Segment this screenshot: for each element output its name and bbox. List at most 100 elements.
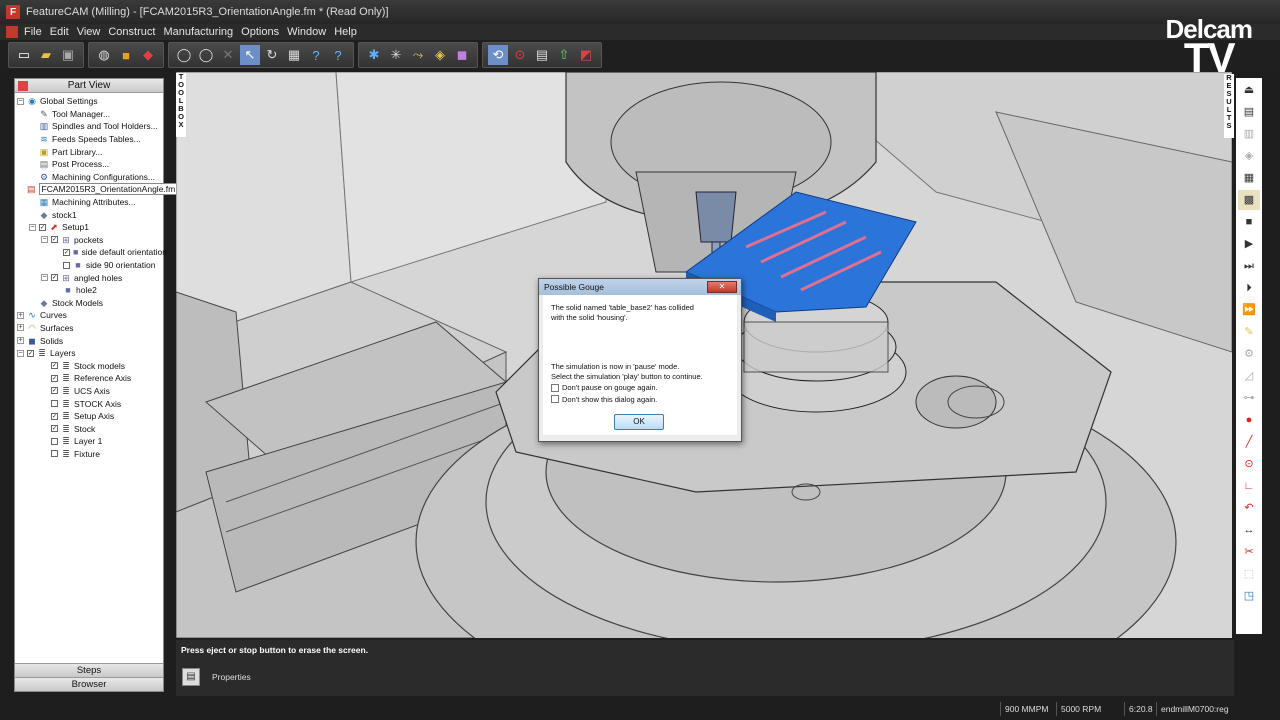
tree-item[interactable]: ≣ Layer 1 [17, 435, 163, 448]
rotate-icon[interactable]: ↻ [262, 45, 282, 65]
tree-item[interactable]: ▤FCAM2015R3_OrientationAngle.fm▼ [17, 183, 187, 196]
dimension-icon[interactable]: ↔ [1238, 520, 1260, 540]
tree-item[interactable]: ▣ Part Library... [17, 145, 163, 158]
blank-icon[interactable]: ⬚ [1238, 564, 1260, 584]
visibility-checkbox[interactable]: ✓ [63, 248, 70, 256]
checkbox-icon[interactable] [551, 383, 559, 392]
dont-pause-checkbox[interactable]: Don't pause on gouge again. [551, 383, 729, 393]
undo-icon[interactable]: ◯ [174, 45, 194, 65]
visibility-checkbox[interactable]: ✓ [51, 274, 58, 282]
gear-icon[interactable]: ⚙ [1238, 344, 1260, 364]
snap-icon[interactable]: ✱ [364, 45, 384, 65]
globe-view-icon[interactable]: ◍ [94, 45, 114, 65]
delete-icon[interactable]: ✕ [218, 45, 238, 65]
measure-icon[interactable]: ◿ [1238, 366, 1260, 386]
pencil-icon[interactable]: ✎ [1238, 322, 1260, 342]
help-wizard-icon[interactable]: ? [306, 45, 326, 65]
expand-icon[interactable]: + [17, 337, 24, 345]
visibility-checkbox[interactable]: ✓ [51, 425, 58, 433]
export-icon[interactable]: ⇧ [554, 45, 574, 65]
visibility-checkbox[interactable]: ✓ [51, 362, 58, 370]
dont-show-checkbox[interactable]: Don't show this dialog again. [551, 395, 729, 405]
properties-icon[interactable]: ▤ [182, 668, 200, 686]
tree-item[interactable]: ■ side 90 orientation [17, 259, 163, 272]
arc-icon[interactable]: ↶ [1238, 498, 1260, 518]
collapse-icon[interactable]: − [29, 223, 36, 231]
collapse-icon[interactable]: − [41, 236, 48, 244]
tree-item[interactable]: − ✓ ⊞ pockets [17, 234, 163, 247]
collapse-icon[interactable]: − [41, 274, 48, 282]
snap-grid-icon[interactable]: ◳ [1238, 586, 1260, 606]
visibility-checkbox[interactable]: ✓ [51, 412, 58, 420]
step-icon[interactable]: ▤ [1238, 102, 1260, 122]
eject-icon[interactable]: ⏏ [1238, 80, 1260, 100]
tree-item[interactable]: ✓ ≣ Stock [17, 422, 163, 435]
tree-item[interactable]: + ◼ Solids [17, 334, 163, 347]
expand-icon[interactable]: + [17, 324, 24, 332]
visibility-checkbox[interactable]: ✓ [51, 387, 58, 395]
play-icon[interactable]: ▶ [1238, 234, 1260, 254]
feature-wizard-icon[interactable]: ◈ [430, 45, 450, 65]
visibility-checkbox[interactable] [63, 261, 70, 269]
visibility-checkbox[interactable]: ✓ [39, 223, 46, 231]
tree-item[interactable]: − ◉ Global Settings [17, 95, 163, 108]
step-forward-icon[interactable]: ⏵ [1238, 278, 1260, 298]
select-cursor-icon[interactable]: ↖ [240, 45, 260, 65]
browser-tab[interactable]: Browser [15, 677, 163, 691]
open-folder-icon[interactable]: ▰ [36, 45, 56, 65]
checkbox-icon[interactable] [551, 395, 559, 404]
fast-forward-icon[interactable]: ⏭ [1238, 256, 1260, 276]
help-icon[interactable]: ? [328, 45, 348, 65]
toolpath-icon[interactable]: ⊙ [510, 45, 530, 65]
tree-item[interactable]: ▦ Machining Attributes... [17, 196, 163, 209]
line-icon[interactable]: ╱ [1238, 432, 1260, 452]
tree-item[interactable]: ◆ stock1 [17, 208, 163, 221]
settings-icon[interactable]: ▦ [284, 45, 304, 65]
tree-item[interactable]: ≣ STOCK Axis [17, 397, 163, 410]
redo-icon[interactable]: ◯ [196, 45, 216, 65]
collapse-icon[interactable]: − [17, 97, 24, 105]
tree-item[interactable]: ■ hole2 [17, 284, 163, 297]
menu-manufacturing[interactable]: Manufacturing [163, 26, 233, 38]
menu-window[interactable]: Window [287, 26, 326, 38]
menu-edit[interactable]: Edit [50, 26, 69, 38]
menu-file[interactable]: File [24, 26, 42, 38]
visibility-checkbox[interactable]: ✓ [27, 349, 34, 357]
toolbox-tab[interactable]: TOOLBOX [176, 73, 186, 137]
tree-item[interactable]: ⚙ Machining Configurations... [17, 171, 163, 184]
sparkle-icon[interactable]: ✳ [386, 45, 406, 65]
simulate-icon[interactable]: ⟲ [488, 45, 508, 65]
tree-item[interactable]: ≣ Fixture [17, 448, 163, 461]
tree-item[interactable]: − ✓ ≣ Layers [17, 347, 163, 360]
visibility-checkbox[interactable] [51, 450, 58, 458]
tree-item[interactable]: + ∿ Curves [17, 309, 163, 322]
point-icon[interactable]: ● [1238, 410, 1260, 430]
steps-tab[interactable]: Steps [15, 663, 163, 677]
tree-item[interactable]: ✓ ≣ Reference Axis [17, 372, 163, 385]
ok-button[interactable]: OK [614, 414, 664, 430]
visibility-checkbox[interactable] [51, 437, 58, 445]
stop-icon[interactable]: ■ [1238, 212, 1260, 232]
list-icon[interactable]: ▥ [1238, 124, 1260, 144]
menu-help[interactable]: Help [334, 26, 357, 38]
nc-code-icon[interactable]: ▤ [532, 45, 552, 65]
skip-icon[interactable]: ⏩ [1238, 300, 1260, 320]
corner-icon[interactable]: ∟ [1238, 476, 1260, 496]
tree-item[interactable]: − ✓ ⬈ Setup1 [17, 221, 163, 234]
post-icon[interactable]: ◩ [576, 45, 596, 65]
tree-item[interactable]: − ✓ ⊞ angled holes [17, 271, 163, 284]
tree-item[interactable]: ✓ ≣ Setup Axis [17, 410, 163, 423]
properties-button[interactable]: ▤ Properties [182, 668, 251, 686]
menu-options[interactable]: Options [241, 26, 279, 38]
curve-wizard-icon[interactable]: ⤳ [408, 45, 428, 65]
visibility-checkbox[interactable]: ✓ [51, 236, 58, 244]
new-file-icon[interactable]: ▭ [14, 45, 34, 65]
stock-sim-icon[interactable]: ◈ [1238, 146, 1260, 166]
document-icon[interactable] [6, 26, 18, 38]
tree-item[interactable]: ≋ Feeds Speeds Tables... [17, 133, 163, 146]
circle-icon[interactable]: ⊙ [1238, 454, 1260, 474]
render-icon[interactable]: ◆ [138, 45, 158, 65]
menu-view[interactable]: View [77, 26, 101, 38]
results-tab[interactable]: RESULTS [1224, 74, 1234, 138]
close-icon[interactable]: ✕ [707, 281, 737, 293]
